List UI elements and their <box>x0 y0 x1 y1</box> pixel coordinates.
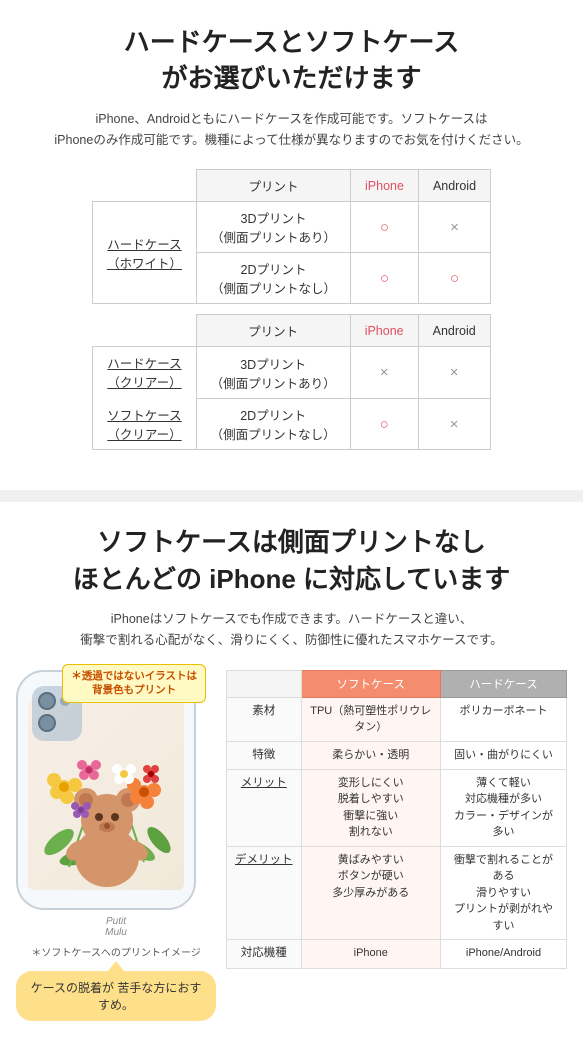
top-section: ハードケースとソフトケースがお選びいただけます iPhone、Androidとも… <box>0 0 583 480</box>
right-column: ソフトケース ハードケース 素材TPU（熱可塑性ポリウレタン）ポリカーボネート特… <box>226 670 567 969</box>
callout-bubble: ケースの脱着が 苦手な方におすすめ。 <box>16 971 216 1021</box>
spec-row-label-3: デメリット <box>227 846 302 940</box>
table2-row2-iphone: ○ <box>350 398 418 450</box>
table1-row1-iphone: ○ <box>351 202 419 253</box>
bottom-title: ソフトケースは側面プリントなしほとんどの iPhone に対応しています <box>16 524 567 597</box>
table2-wrapper: プリント iPhone Android ハードケース（クリアー） ソフトケース（… <box>20 314 563 450</box>
phone-brand-text: PutitMulu <box>16 916 216 938</box>
spec-row-soft-0: TPU（熱可塑性ポリウレタン） <box>301 697 441 741</box>
table2: プリント iPhone Android ハードケース（クリアー） ソフトケース（… <box>92 314 490 450</box>
spec-row-2: メリット変形しにくい脱着しやすい衝撃に強い割れない薄くて軽い対応機種が多いカラー… <box>227 769 567 846</box>
soft-clear-link[interactable]: ソフトケース（クリアー） <box>107 409 181 442</box>
table2-col-print: プリント <box>196 315 350 347</box>
table1-row1-android: × <box>418 202 490 253</box>
spec-row-soft-3: 黄ばみやすいボタンが硬い多少厚みがある <box>301 846 441 940</box>
camera-lens-1 <box>38 692 56 710</box>
spec-row-label-4: 対応機種 <box>227 940 302 968</box>
callout-text: ケースの脱着が 苦手な方におすすめ。 <box>31 981 202 1012</box>
table2-row1-android: × <box>418 347 490 399</box>
table1-col-iphone: iPhone <box>351 170 419 202</box>
phone-sticker: ＊透過ではないイラストは背景色もプリント <box>62 664 206 703</box>
phone-frame: ＊透過ではないイラストは背景色もプリント <box>16 670 196 910</box>
section-divider <box>0 490 583 502</box>
table2-row1-print: 3Dプリント（側面プリントあり） <box>196 347 350 399</box>
spec-row-hard-1: 固い・曲がりにくい <box>441 741 567 769</box>
table1-row2-android: ○ <box>418 253 490 304</box>
spec-row-hard-0: ポリカーボネート <box>441 697 567 741</box>
phone-caption: ＊ソフトケースへのプリントイメージ <box>16 944 216 959</box>
spec-row-hard-2: 薄くて軽い対応機種が多いカラー・デザインが多い <box>441 769 567 846</box>
spec-row-0: 素材TPU（熱可塑性ポリウレタン）ポリカーボネート <box>227 697 567 741</box>
table2-row2-print: 2Dプリント（側面プリントなし） <box>196 398 350 450</box>
table1: プリント iPhone Android ハードケース（ホワイト） 3Dプリント（… <box>92 169 491 304</box>
top-desc: iPhone、Androidともにハードケースを作成可能です。ソフトケースはiP… <box>20 109 563 152</box>
spec-row-soft-2: 変形しにくい脱着しやすい衝撃に強い割れない <box>301 769 441 846</box>
spec-row-hard-4: iPhone/Android <box>441 940 567 968</box>
spec-table: ソフトケース ハードケース 素材TPU（熱可塑性ポリウレタン）ポリカーボネート特… <box>226 670 567 969</box>
phone-column: ＊透過ではないイラストは背景色もプリント <box>16 670 216 1021</box>
spec-row-label-2: メリット <box>227 769 302 846</box>
table1-col-print: プリント <box>196 170 350 202</box>
table1-row1-print: 3Dプリント（側面プリントあり） <box>196 202 350 253</box>
table2-left-label: ハードケース（クリアー） ソフトケース（クリアー） <box>93 347 196 450</box>
spec-row-1: 特徴柔らかい・透明固い・曲がりにくい <box>227 741 567 769</box>
spec-col-soft: ソフトケース <box>301 670 441 697</box>
spec-row-hard-3: 衝撃で割れることがある滑りやすいプリントが剥がれやすい <box>441 846 567 940</box>
table1-col-android: Android <box>418 170 490 202</box>
table1-wrapper: プリント iPhone Android ハードケース（ホワイト） 3Dプリント（… <box>20 169 563 304</box>
spec-row-3: デメリット黄ばみやすいボタンが硬い多少厚みがある衝撃で割れることがある滑りやすい… <box>227 846 567 940</box>
bottom-section: ソフトケースは側面プリントなしほとんどの iPhone に対応しています iPh… <box>0 502 583 1040</box>
spec-row-soft-4: iPhone <box>301 940 441 968</box>
top-title: ハードケースとソフトケースがお選びいただけます <box>20 24 563 97</box>
hard-white-link[interactable]: ハードケース（ホワイト） <box>107 238 182 271</box>
spec-row-label-1: 特徴 <box>227 741 302 769</box>
callout-area: ケースの脱着が 苦手な方におすすめ。 <box>16 971 216 1021</box>
spec-row-label-0: 素材 <box>227 697 302 741</box>
table1-left-label: ハードケース（ホワイト） <box>92 202 196 304</box>
hard-clear-link[interactable]: ハードケース（クリアー） <box>107 357 181 390</box>
table2-col-android: Android <box>418 315 490 347</box>
bottom-content: ＊透過ではないイラストは背景色もプリント <box>16 670 567 1021</box>
table2-row1-iphone: × <box>350 347 418 399</box>
table2-row2-android: × <box>418 398 490 450</box>
spec-col-hard: ハードケース <box>441 670 567 697</box>
spec-row-4: 対応機種iPhoneiPhone/Android <box>227 940 567 968</box>
table1-row2-print: 2Dプリント（側面プリントなし） <box>196 253 350 304</box>
table2-col-iphone: iPhone <box>350 315 418 347</box>
camera-lens-2 <box>38 714 56 732</box>
bottom-desc: iPhoneはソフトケースでも作成できます。ハードケースと違い、衝撃で割れる心配… <box>16 609 567 652</box>
spec-row-soft-1: 柔らかい・透明 <box>301 741 441 769</box>
table1-row2-iphone: ○ <box>351 253 419 304</box>
spec-empty-header <box>227 670 302 697</box>
